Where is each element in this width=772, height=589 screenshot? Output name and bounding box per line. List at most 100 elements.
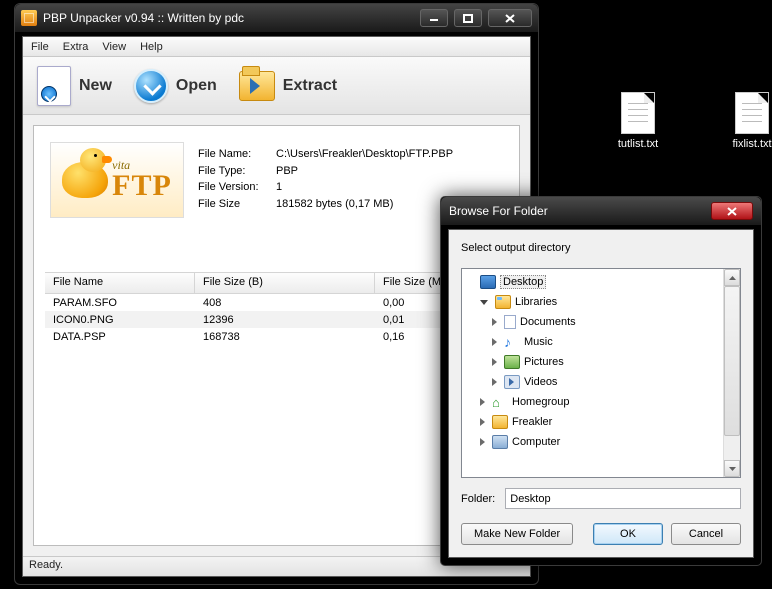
info-value: 1 — [276, 179, 282, 196]
expand-icon[interactable] — [492, 338, 497, 346]
cell-size-b: 168738 — [195, 331, 375, 343]
tree-label: Libraries — [515, 296, 557, 308]
info-key: File Size — [198, 196, 266, 213]
tree-label: Music — [524, 336, 553, 348]
documents-icon — [504, 315, 516, 329]
info-value: 181582 bytes (0,17 MB) — [276, 196, 393, 213]
tree-item-pictures[interactable]: Pictures — [464, 352, 738, 372]
expand-icon[interactable] — [480, 438, 485, 446]
thumb-title: FTP — [112, 171, 172, 201]
tree-label: Videos — [524, 376, 557, 388]
toolbar: New Open Extract — [23, 57, 530, 115]
window-title: PBP Unpacker v0.94 :: Written by pdc — [43, 11, 420, 25]
cell-size-b: 408 — [195, 297, 375, 309]
column-header-size-b[interactable]: File Size (B) — [195, 273, 375, 293]
open-label: Open — [176, 77, 217, 95]
folder-input[interactable] — [505, 488, 741, 509]
open-icon — [134, 69, 168, 103]
menu-extra[interactable]: Extra — [63, 41, 89, 53]
tree-item-videos[interactable]: Videos — [464, 372, 738, 392]
app-icon — [21, 10, 37, 26]
titlebar[interactable]: PBP Unpacker v0.94 :: Written by pdc — [15, 4, 538, 32]
text-file-icon — [735, 92, 769, 134]
tree-label: Pictures — [524, 356, 564, 368]
list-item[interactable]: ICON0.PNG 12396 0,01 — [45, 311, 508, 328]
expand-icon[interactable] — [480, 300, 488, 305]
user-folder-icon — [492, 415, 508, 429]
new-button[interactable]: New — [37, 66, 112, 106]
folder-label: Folder: — [461, 493, 495, 505]
cell-name: DATA.PSP — [45, 331, 195, 343]
menu-file[interactable]: File — [31, 41, 49, 53]
make-new-folder-button[interactable]: Make New Folder — [461, 523, 573, 545]
list-item[interactable]: PARAM.SFO 408 0,00 — [45, 294, 508, 311]
ok-button[interactable]: OK — [593, 523, 663, 545]
libraries-icon — [495, 295, 511, 309]
browse-folder-dialog: Browse For Folder Select output director… — [440, 196, 762, 566]
tree-label: Documents — [520, 316, 576, 328]
tree-item-libraries[interactable]: Libraries — [464, 292, 738, 312]
column-header-name[interactable]: File Name — [45, 273, 195, 293]
expand-icon[interactable] — [492, 378, 497, 386]
menu-help[interactable]: Help — [140, 41, 163, 53]
scroll-down-button[interactable] — [724, 460, 740, 477]
tree-label: Computer — [512, 436, 560, 448]
text-file-icon — [621, 92, 655, 134]
new-label: New — [79, 77, 112, 95]
tree-label: Homegroup — [512, 396, 569, 408]
tree-item-music[interactable]: ♪ Music — [464, 332, 738, 352]
desktop-icon — [480, 275, 496, 289]
dialog-title: Browse For Folder — [449, 204, 711, 218]
cell-name: PARAM.SFO — [45, 297, 195, 309]
desktop-file[interactable]: fixlist.txt — [722, 92, 772, 150]
videos-icon — [504, 375, 520, 389]
close-button[interactable] — [488, 9, 532, 27]
folder-tree[interactable]: Desktop Libraries Documents ♪ Music — [461, 268, 741, 478]
status-text: Ready. — [29, 559, 63, 571]
dialog-message: Select output directory — [449, 230, 753, 258]
homegroup-icon: ⌂ — [492, 395, 508, 409]
tree-item-user[interactable]: Freakler — [464, 412, 738, 432]
scrollbar[interactable] — [723, 269, 740, 477]
cancel-button[interactable]: Cancel — [671, 523, 741, 545]
listview-header: File Name File Size (B) File Size (MB) — [45, 272, 508, 294]
computer-icon — [492, 435, 508, 449]
tree-item-documents[interactable]: Documents — [464, 312, 738, 332]
desktop-file-label: tutlist.txt — [608, 138, 668, 150]
scroll-thumb[interactable] — [724, 286, 740, 436]
open-button[interactable]: Open — [134, 69, 217, 103]
dialog-close-button[interactable] — [711, 202, 753, 220]
tree-label: Freakler — [512, 416, 552, 428]
list-item[interactable]: DATA.PSP 168738 0,16 — [45, 328, 508, 345]
new-file-icon — [37, 66, 71, 106]
info-value: PBP — [276, 163, 298, 180]
tree-item-computer[interactable]: Computer — [464, 432, 738, 452]
info-value: C:\Users\Freakler\Desktop\FTP.PBP — [276, 146, 453, 163]
extract-button[interactable]: Extract — [239, 71, 337, 101]
tree-item-homegroup[interactable]: ⌂ Homegroup — [464, 392, 738, 412]
minimize-button[interactable] — [420, 9, 448, 27]
scroll-up-button[interactable] — [724, 269, 740, 286]
info-key: File Type: — [198, 163, 266, 180]
desktop-file[interactable]: tutlist.txt — [608, 92, 668, 150]
info-key: File Name: — [198, 146, 266, 163]
extract-label: Extract — [283, 77, 337, 95]
cell-name: ICON0.PNG — [45, 314, 195, 326]
dialog-titlebar[interactable]: Browse For Folder — [441, 197, 761, 225]
tree-label: Desktop — [500, 275, 546, 289]
maximize-button[interactable] — [454, 9, 482, 27]
extract-icon — [239, 71, 275, 101]
file-thumbnail: vita FTP — [50, 142, 184, 218]
expand-icon[interactable] — [480, 398, 485, 406]
desktop-file-label: fixlist.txt — [722, 138, 772, 150]
menubar: File Extra View Help — [23, 37, 530, 57]
tree-item-desktop[interactable]: Desktop — [464, 272, 738, 292]
menu-view[interactable]: View — [102, 41, 126, 53]
expand-icon[interactable] — [492, 358, 497, 366]
pictures-icon — [504, 355, 520, 369]
cell-size-b: 12396 — [195, 314, 375, 326]
expand-icon[interactable] — [492, 318, 497, 326]
info-key: File Version: — [198, 179, 266, 196]
music-icon: ♪ — [504, 335, 520, 349]
expand-icon[interactable] — [480, 418, 485, 426]
